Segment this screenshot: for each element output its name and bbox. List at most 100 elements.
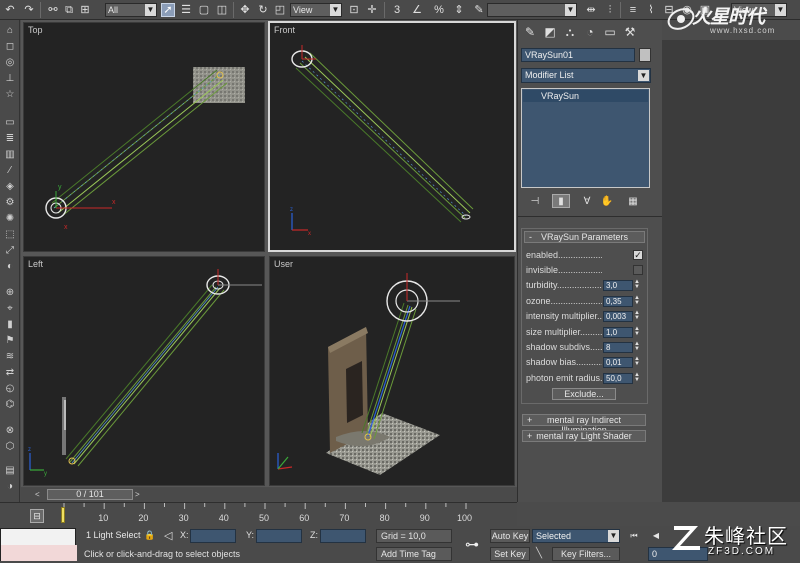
stack-item-vraysun[interactable]: VRaySun bbox=[523, 90, 648, 102]
viewport-front[interactable]: Front x z bbox=[268, 21, 516, 252]
redo-icon[interactable]: ↷ bbox=[22, 3, 36, 17]
pin-stack-icon[interactable]: ⊣ bbox=[526, 194, 544, 208]
viewport-top[interactable]: Top x y x bbox=[23, 22, 265, 252]
z-coordinate-field[interactable] bbox=[320, 529, 366, 543]
strip-tool-icon[interactable]: ◈ bbox=[3, 180, 17, 192]
display-tab-icon[interactable]: ▭ bbox=[602, 24, 618, 40]
selection-filter-dropdown[interactable]: All ▼ bbox=[105, 3, 157, 17]
angle-snap-icon[interactable]: ∠ bbox=[410, 3, 424, 17]
time-marker[interactable] bbox=[61, 507, 65, 523]
curve-editor-icon[interactable]: ⌇ bbox=[644, 3, 658, 17]
strip-tool-icon[interactable]: ◑ bbox=[3, 480, 17, 492]
time-slider-thumb[interactable]: 0 / 101 bbox=[47, 489, 133, 500]
absolute-mode-icon[interactable]: ◁ bbox=[164, 529, 172, 542]
strip-tool-icon[interactable]: ≣ bbox=[3, 132, 17, 144]
strip-tool-icon[interactable]: ▤ bbox=[3, 464, 17, 476]
pivot-center-icon[interactable]: ⊡ bbox=[347, 3, 361, 17]
strip-tool-icon[interactable]: ⤢ bbox=[3, 244, 17, 256]
strip-tool-icon[interactable]: ▮ bbox=[3, 318, 17, 330]
create-tab-icon[interactable]: ✎ bbox=[522, 24, 538, 40]
strip-tool-icon[interactable]: ⬚ bbox=[3, 228, 17, 240]
make-unique-icon[interactable]: ∀ bbox=[578, 194, 596, 208]
strip-tool-icon[interactable]: ⊗ bbox=[3, 424, 17, 436]
hierarchy-tab-icon[interactable]: ⛬ bbox=[562, 24, 578, 40]
spinner-icon[interactable]: ▲ ▼ bbox=[634, 341, 640, 353]
invisible-checkbox[interactable] bbox=[633, 265, 643, 275]
reference-coordinate-dropdown[interactable]: View ▼ bbox=[290, 3, 342, 17]
spinner-icon[interactable]: ▲ ▼ bbox=[634, 326, 640, 338]
mr-indirect-illumination-rollout[interactable]: + mental ray Indirect Illumination bbox=[522, 414, 646, 435]
rotate-icon[interactable]: ↻ bbox=[256, 3, 270, 17]
named-selection-icon[interactable]: ✎ bbox=[472, 3, 486, 17]
named-selection-dropdown[interactable]: ▼ bbox=[487, 3, 577, 17]
strip-tool-icon[interactable]: ⚑ bbox=[3, 334, 17, 346]
object-name-field[interactable]: VRaySun01 bbox=[521, 48, 635, 62]
align-icon[interactable]: ⫶ bbox=[603, 3, 617, 17]
remove-modifier-icon[interactable]: ✋ bbox=[598, 194, 616, 208]
utilities-tab-icon[interactable]: ⚒ bbox=[622, 24, 638, 40]
strip-tool-icon[interactable]: ⬡ bbox=[3, 440, 17, 452]
mr-light-shader-rollout[interactable]: + mental ray Light Shader bbox=[522, 430, 646, 442]
modifier-stack[interactable]: VRaySun bbox=[521, 88, 650, 188]
modify-tab-icon[interactable]: ◩ bbox=[542, 24, 558, 40]
go-to-start-icon[interactable]: ⏮ bbox=[628, 530, 640, 542]
shadow-subdivs-field[interactable]: 8 bbox=[603, 342, 633, 353]
strip-tool-icon[interactable]: ⊥ bbox=[3, 72, 17, 84]
select-manipulate-icon[interactable]: ✛ bbox=[365, 3, 379, 17]
set-key-button[interactable]: Set Key bbox=[490, 547, 530, 561]
rectangular-selection-icon[interactable]: ▢ bbox=[197, 3, 211, 17]
undo-icon[interactable]: ↶ bbox=[3, 3, 17, 17]
size-multiplier-field[interactable]: 1,0 bbox=[603, 327, 633, 338]
show-end-result-icon[interactable]: ▮ bbox=[552, 194, 570, 208]
exclude-button[interactable]: Exclude... bbox=[552, 388, 616, 400]
spinner-icon[interactable]: ▲ ▼ bbox=[634, 310, 640, 322]
layer-manager-icon[interactable]: ≡ bbox=[626, 3, 640, 17]
key-filter-icon[interactable]: ╲ bbox=[536, 548, 542, 559]
time-slider[interactable]: < 0 / 101 > bbox=[21, 488, 517, 501]
strip-tool-icon[interactable]: ⇄ bbox=[3, 366, 17, 378]
object-color-swatch[interactable] bbox=[639, 48, 651, 62]
strip-tool-icon[interactable]: ▥ bbox=[3, 148, 17, 160]
strip-tool-icon[interactable]: ≋ bbox=[3, 350, 17, 362]
spinner-snap-icon[interactable]: ⇕ bbox=[452, 3, 466, 17]
previous-frame-icon[interactable]: ◀ bbox=[650, 530, 662, 542]
mirror-icon[interactable]: ⇹ bbox=[584, 3, 598, 17]
configure-sets-icon[interactable]: ▦ bbox=[624, 194, 642, 208]
motion-tab-icon[interactable]: ◔ bbox=[582, 24, 598, 40]
strip-tool-icon[interactable]: ⌂ bbox=[3, 24, 17, 36]
spinner-icon[interactable]: ▲ ▼ bbox=[634, 279, 640, 291]
ozone-field[interactable]: 0,35 bbox=[603, 296, 633, 307]
set-key-icon[interactable]: ⊶ bbox=[460, 534, 484, 554]
next-frame-arrow[interactable]: > bbox=[135, 489, 143, 500]
strip-tool-icon[interactable]: ⌖ bbox=[3, 302, 17, 314]
strip-tool-icon[interactable]: ⚙ bbox=[3, 196, 17, 208]
x-coordinate-field[interactable] bbox=[190, 529, 236, 543]
selection-lock-icon[interactable]: 🔒 bbox=[144, 530, 155, 541]
window-crossing-icon[interactable]: ◫ bbox=[215, 3, 229, 17]
select-object-icon[interactable]: ➚ bbox=[161, 3, 175, 17]
unlink-icon[interactable]: ⧉ bbox=[62, 3, 76, 17]
spinner-icon[interactable]: ▲ ▼ bbox=[634, 372, 640, 384]
viewport-left[interactable]: Left y z bbox=[23, 256, 265, 486]
viewport-user[interactable]: User bbox=[269, 256, 515, 486]
open-mini-curve-editor-icon[interactable]: ⊟ bbox=[30, 509, 44, 523]
modifier-list-dropdown[interactable]: Modifier List ▼ bbox=[521, 68, 651, 83]
percent-snap-icon[interactable]: % bbox=[432, 3, 446, 17]
strip-tool-icon[interactable]: ✺ bbox=[3, 212, 17, 224]
strip-tool-icon[interactable]: ◎ bbox=[3, 56, 17, 68]
snap-toggle-icon[interactable]: 3 bbox=[390, 3, 404, 17]
bind-space-warp-icon[interactable]: ⊞ bbox=[78, 3, 92, 17]
prev-frame-arrow[interactable]: < bbox=[35, 489, 43, 500]
shadow-bias-field[interactable]: 0,01 bbox=[603, 357, 633, 368]
enabled-checkbox[interactable]: ✓ bbox=[633, 250, 643, 260]
select-by-name-icon[interactable]: ☰ bbox=[179, 3, 193, 17]
strip-tool-icon[interactable]: ◐ bbox=[3, 260, 17, 272]
strip-tool-icon[interactable]: ⌬ bbox=[3, 398, 17, 410]
strip-tool-icon[interactable]: ◻ bbox=[3, 40, 17, 52]
strip-tool-icon[interactable]: ☆ bbox=[3, 88, 17, 100]
rollout-header[interactable]: - VRaySun Parameters bbox=[524, 231, 645, 243]
select-link-icon[interactable]: ⚯ bbox=[46, 3, 60, 17]
maxscript-listener[interactable] bbox=[0, 528, 77, 561]
track-bar[interactable]: ⊟ 10 20 30 40 50 60 70 80 90 100 bbox=[0, 502, 517, 526]
strip-tool-icon[interactable]: ◵ bbox=[3, 382, 17, 394]
